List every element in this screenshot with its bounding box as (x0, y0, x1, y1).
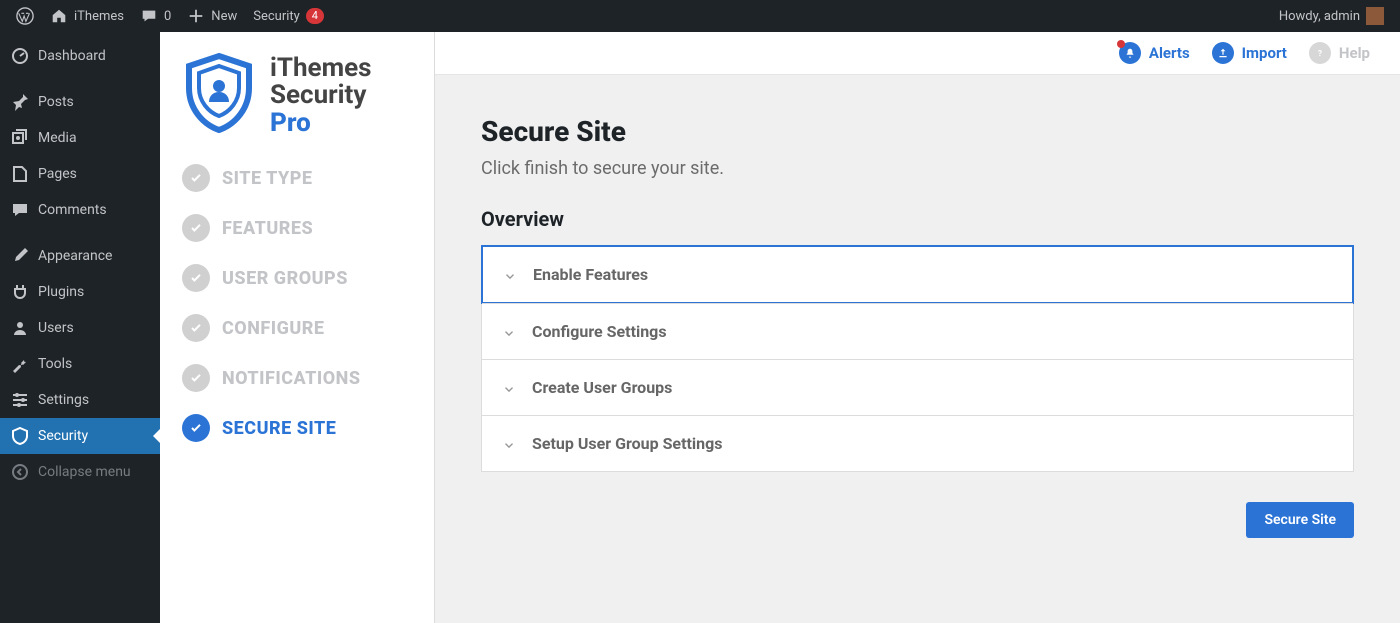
import-link[interactable]: Import (1212, 42, 1287, 64)
accordion-configure-settings[interactable]: Configure Settings (482, 303, 1353, 359)
menu-posts[interactable]: Posts (0, 84, 160, 120)
wp-logo[interactable] (8, 0, 42, 32)
site-name-link[interactable]: iThemes (42, 0, 132, 32)
shield-logo-icon (182, 52, 256, 140)
chevron-down-icon (502, 381, 516, 395)
menu-plugins[interactable]: Plugins (0, 274, 160, 310)
bell-icon (1119, 42, 1141, 64)
step-configure[interactable]: CONFIGURE (182, 314, 412, 342)
secure-site-button[interactable]: Secure Site (1246, 502, 1354, 538)
plugin-sidebar: iThemes Security Pro SITE TYPE FEATURES … (160, 32, 435, 623)
check-icon (182, 314, 210, 342)
alerts-link[interactable]: Alerts (1119, 42, 1190, 64)
step-features[interactable]: FEATURES (182, 214, 412, 242)
comment-icon (140, 7, 158, 25)
sliders-icon (10, 390, 30, 410)
plus-icon (187, 7, 205, 25)
chevron-down-icon (503, 268, 517, 282)
page-title: Secure Site (481, 115, 1354, 148)
menu-tools[interactable]: Tools (0, 346, 160, 382)
collapse-icon (10, 462, 30, 482)
help-link[interactable]: ? Help (1309, 42, 1370, 64)
comments-link[interactable]: 0 (132, 0, 179, 32)
accordion-setup-user-group-settings[interactable]: Setup User Group Settings (482, 415, 1353, 471)
new-label: New (211, 9, 237, 24)
new-link[interactable]: New (179, 0, 245, 32)
step-site-type[interactable]: SITE TYPE (182, 164, 412, 192)
comments-icon (10, 200, 30, 220)
svg-text:?: ? (1318, 49, 1322, 59)
check-icon (182, 264, 210, 292)
dashboard-icon (10, 46, 30, 66)
menu-media[interactable]: Media (0, 120, 160, 156)
home-icon (50, 7, 68, 25)
user-greeting[interactable]: Howdy, admin (1271, 0, 1392, 32)
plug-icon (10, 282, 30, 302)
question-icon: ? (1309, 42, 1331, 64)
step-secure-site[interactable]: SECURE SITE (182, 414, 412, 442)
overview-accordion: Enable Features Configure Settings Creat… (481, 245, 1354, 472)
security-link[interactable]: Security 4 (245, 0, 332, 32)
brush-icon (10, 246, 30, 266)
chevron-down-icon (502, 437, 516, 451)
menu-security[interactable]: Security (0, 418, 160, 454)
menu-pages[interactable]: Pages (0, 156, 160, 192)
menu-settings[interactable]: Settings (0, 382, 160, 418)
menu-appearance[interactable]: Appearance (0, 238, 160, 274)
media-icon (10, 128, 30, 148)
menu-dashboard[interactable]: Dashboard (0, 38, 160, 74)
check-icon (182, 364, 210, 392)
check-icon (182, 214, 210, 242)
menu-collapse[interactable]: Collapse menu (0, 454, 160, 490)
step-user-groups[interactable]: USER GROUPS (182, 264, 412, 292)
accordion-create-user-groups[interactable]: Create User Groups (482, 359, 1353, 415)
greeting-text: Howdy, admin (1279, 9, 1360, 24)
menu-users[interactable]: Users (0, 310, 160, 346)
plugin-topbar: Alerts Import ? Help (435, 32, 1400, 75)
avatar (1366, 7, 1384, 25)
pin-icon (10, 92, 30, 112)
shield-icon (10, 426, 30, 446)
check-icon (182, 164, 210, 192)
wordpress-icon (16, 7, 34, 25)
upload-icon (1212, 42, 1234, 64)
wrench-icon (10, 354, 30, 374)
security-badge: 4 (306, 8, 324, 24)
chevron-down-icon (502, 325, 516, 339)
security-label: Security (253, 9, 300, 24)
page-subtitle: Click finish to secure your site. (481, 158, 1354, 179)
pages-icon (10, 164, 30, 184)
check-icon (182, 414, 210, 442)
overview-heading: Overview (481, 207, 1354, 231)
admin-bar: iThemes 0 New Security 4 Howdy, admin (0, 0, 1400, 32)
wp-admin-sidebar: Dashboard Posts Media Pages Comments App… (0, 32, 160, 623)
site-name: iThemes (74, 9, 124, 24)
comments-count: 0 (164, 9, 171, 24)
step-notifications[interactable]: NOTIFICATIONS (182, 364, 412, 392)
menu-comments[interactable]: Comments (0, 192, 160, 228)
plugin-logo: iThemes Security Pro (182, 52, 412, 140)
accordion-enable-features[interactable]: Enable Features (481, 245, 1354, 304)
user-icon (10, 318, 30, 338)
